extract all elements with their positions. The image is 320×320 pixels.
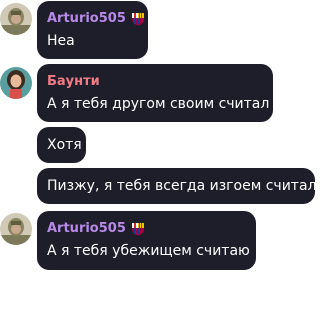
- sender-row: Arturio505: [47, 10, 145, 28]
- girl-avatar-image: [0, 67, 32, 99]
- avatar[interactable]: [0, 213, 32, 245]
- sender-name[interactable]: Arturio505: [47, 10, 126, 28]
- message-bubble[interactable]: Arturio505 Неа: [37, 1, 148, 59]
- avatar[interactable]: [0, 67, 32, 99]
- avatar[interactable]: [0, 3, 32, 35]
- message-text: Пизжу, я тебя всегда изгоем считал: [47, 178, 317, 194]
- fc-barcelona-crest-icon: [131, 223, 144, 236]
- sender-name[interactable]: Баунти: [47, 73, 100, 91]
- sender-name[interactable]: Arturio505: [47, 220, 126, 238]
- message-bubble[interactable]: Баунти А я тебя другом своим считал: [37, 64, 273, 122]
- fc-barcelona-crest-icon: [131, 13, 144, 26]
- soldier-avatar-image: [0, 213, 32, 245]
- message-bubble[interactable]: Хотя: [37, 127, 86, 163]
- message-text: А я тебя убежищем считаю: [47, 243, 250, 259]
- sender-row: Баунти: [47, 73, 100, 91]
- message-text: А я тебя другом своим считал: [47, 96, 270, 112]
- soldier-avatar-image: [0, 3, 32, 35]
- message-text: Неа: [47, 33, 75, 49]
- message-text: Хотя: [47, 137, 82, 153]
- message-bubble[interactable]: Arturio505 А я тебя убежищем считаю: [37, 211, 256, 270]
- message-bubble[interactable]: Пизжу, я тебя всегда изгоем считал: [37, 168, 317, 204]
- sender-row: Arturio505: [47, 220, 145, 238]
